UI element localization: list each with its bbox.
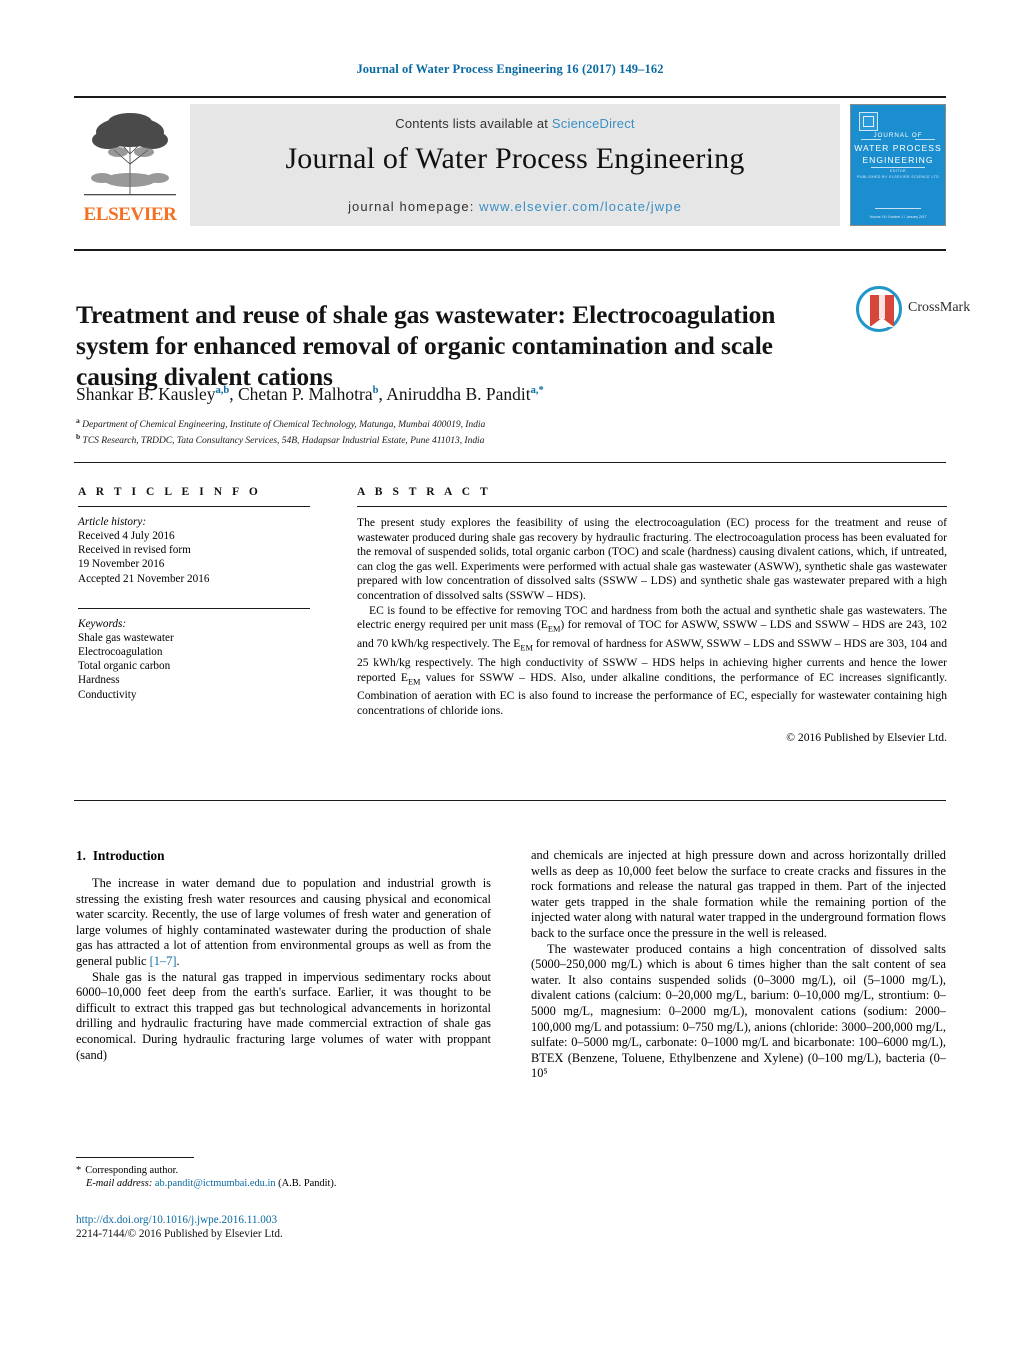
- cover-rule-bottom: [875, 208, 921, 209]
- body-paragraph-left-1: Shale gas is the natural gas trapped in …: [76, 969, 491, 1062]
- cover-line-1: JOURNAL OF: [873, 132, 923, 139]
- abstract-paragraph-0: The present study explores the feasibili…: [357, 516, 947, 602]
- homepage-prefix: journal homepage:: [348, 199, 480, 214]
- body-paragraph-left-0-text: The increase in water demand due to popu…: [76, 876, 491, 968]
- journal-cover-thumbnail: JOURNAL OF WATER PROCESS ENGINEERING EDI…: [850, 104, 946, 226]
- author-marks-0[interactable]: a,b: [216, 385, 230, 396]
- article-history-line-1: Received in revised form: [78, 544, 191, 557]
- sciencedirect-link[interactable]: ScienceDirect: [552, 116, 635, 131]
- contents-available-line: Contents lists available at ScienceDirec…: [190, 116, 840, 131]
- keyword-item-3: Hardness: [78, 674, 120, 687]
- doi-link[interactable]: http://dx.doi.org/10.1016/j.jwpe.2016.11…: [76, 1213, 576, 1227]
- body-paragraph-left-0: The increase in water demand due to popu…: [76, 876, 491, 970]
- article-history-line-0: Received 4 July 2016: [78, 530, 175, 542]
- abstract-heading: A B S T R A C T: [357, 486, 492, 498]
- footnote-corresponding-text: Corresponding author.: [85, 1165, 179, 1176]
- email-link[interactable]: ab.pandit@ictmumbai.edu.in: [155, 1178, 276, 1189]
- contents-prefix: Contents lists available at: [395, 116, 552, 131]
- affiliation-mark-a: a: [76, 416, 80, 425]
- affiliation-text-a: Department of Chemical Engineering, Inst…: [82, 419, 486, 431]
- cover-footer-text: Volume 16 / Number 1 / January 2017: [869, 215, 927, 219]
- journal-homepage-line: journal homepage: www.elsevier.com/locat…: [190, 199, 840, 214]
- article-info-column: A R T I C L E I N F O Article history: R…: [78, 486, 310, 702]
- running-head: Journal of Water Process Engineering 16 …: [356, 62, 664, 76]
- section-title: Introduction: [92, 848, 165, 863]
- footnote-email-owner: (A.B. Pandit).: [278, 1178, 337, 1189]
- journal-title: Journal of Water Process Engineering: [285, 142, 745, 175]
- journal-homepage-link[interactable]: www.elsevier.com/locate/jwpe: [479, 199, 682, 214]
- author-list: Shankar B. Kausleya,b, Chetan P. Malhotr…: [76, 384, 876, 405]
- cover-emblem-icon: [859, 112, 878, 131]
- cover-sub-2: PUBLISHED BY ELSEVIER SCIENCE LTD: [856, 175, 940, 179]
- article-info-rule: [78, 506, 310, 507]
- section-heading-introduction: 1. Introduction: [76, 848, 491, 864]
- article-history-line-2: 19 November 2016: [78, 558, 165, 571]
- elsevier-wordmark: ELSEVIER: [83, 204, 177, 225]
- author-sep-0: ,: [229, 384, 238, 404]
- keywords-title: Keywords:: [78, 617, 127, 630]
- article-history-line-3: Accepted 21 November 2016: [78, 572, 210, 585]
- footnote-corresponding-line: * Corresponding author.: [76, 1164, 491, 1177]
- crossmark-label: CrossMark: [908, 300, 971, 315]
- affiliation-text-b: TCS Research, TRDDC, Tata Consultancy Se…: [82, 435, 485, 447]
- body-column-left: 1. Introduction The increase in water dem…: [76, 848, 491, 1063]
- issn-copyright-line: 2214-7144/© 2016 Published by Elsevier L…: [76, 1228, 283, 1240]
- article-history-title: Article history:: [78, 516, 147, 528]
- crossmark-icon: [856, 286, 902, 332]
- author-name-1: Chetan P. Malhotra: [237, 384, 373, 404]
- author-name-0: Shankar B. Kausley: [76, 384, 216, 404]
- abstract-paragraph-1: EC is found to be effective for removing…: [357, 603, 947, 718]
- corresponding-author-footnote: * Corresponding author. E-mail address: a…: [76, 1157, 491, 1190]
- keyword-item-4: Conductivity: [78, 688, 137, 701]
- footnote-rule: [76, 1157, 194, 1158]
- crossmark-badge[interactable]: CrossMark: [856, 286, 970, 334]
- cover-rule-left: [861, 139, 881, 140]
- section-number: 1.: [76, 848, 86, 863]
- author-marks-2[interactable]: a,*: [531, 385, 544, 396]
- keyword-item-2: Total organic carbon: [78, 660, 171, 673]
- footer-doi-block: http://dx.doi.org/10.1016/j.jwpe.2016.11…: [76, 1213, 576, 1241]
- citation-tail: .: [176, 953, 180, 968]
- abstract-column: A B S T R A C T The present study explor…: [357, 486, 947, 744]
- footnote-email-label: E-mail address:: [86, 1178, 153, 1189]
- abstract-copyright: © 2016 Published by Elsevier Ltd.: [786, 730, 947, 744]
- footnote-email-line: E-mail address: ab.pandit@ictmumbai.edu.…: [76, 1177, 491, 1190]
- cover-line-3: ENGINEERING: [862, 155, 934, 165]
- author-name-2: Aniruddha B. Pandit: [386, 384, 531, 404]
- abstract-rule: [357, 506, 947, 507]
- cover-rule-right: [915, 139, 935, 140]
- info-divider-top: [74, 462, 946, 463]
- body-paragraph-right-1: The wastewater produced contains a high …: [531, 941, 946, 1081]
- elsevier-logo: ELSEVIER: [74, 104, 186, 226]
- journal-masthead: ELSEVIER Contents lists available at Sci…: [74, 96, 946, 226]
- cover-line-2: WATER PROCESS: [854, 143, 942, 153]
- cover-rule-mid: [871, 167, 925, 168]
- keywords-rule: [78, 607, 310, 609]
- masthead-center: Contents lists available at ScienceDirec…: [190, 104, 840, 226]
- paper-page: Journal of Water Process Engineering 16 …: [0, 0, 1020, 1351]
- affiliation-b: b TCS Research, TRDDC, Tata Consultancy …: [76, 432, 896, 446]
- keywords-block: Keywords: Shale gas wastewater Electroco…: [78, 607, 310, 702]
- title-divider: [74, 249, 946, 251]
- affiliation-mark-b: b: [76, 432, 81, 441]
- page-title: Treatment and reuse of shale gas wastewa…: [76, 300, 776, 392]
- keyword-item-1: Electrocoagulation: [78, 646, 163, 659]
- footnote-star: *: [76, 1165, 82, 1176]
- info-divider-bottom: [74, 800, 946, 801]
- cover-sub-1: EDITOR: [890, 169, 906, 173]
- affiliation-a: a Department of Chemical Engineering, In…: [76, 416, 896, 430]
- citation-link-1-7[interactable]: [1–7]: [150, 954, 177, 968]
- body-paragraph-right-0: and chemicals are injected at high press…: [531, 848, 946, 940]
- article-info-heading: A R T I C L E I N F O: [78, 486, 262, 498]
- body-column-right: and chemicals are injected at high press…: [531, 848, 946, 1082]
- keyword-item-0: Shale gas wastewater: [78, 631, 174, 644]
- elsevier-tree-icon: [84, 113, 176, 196]
